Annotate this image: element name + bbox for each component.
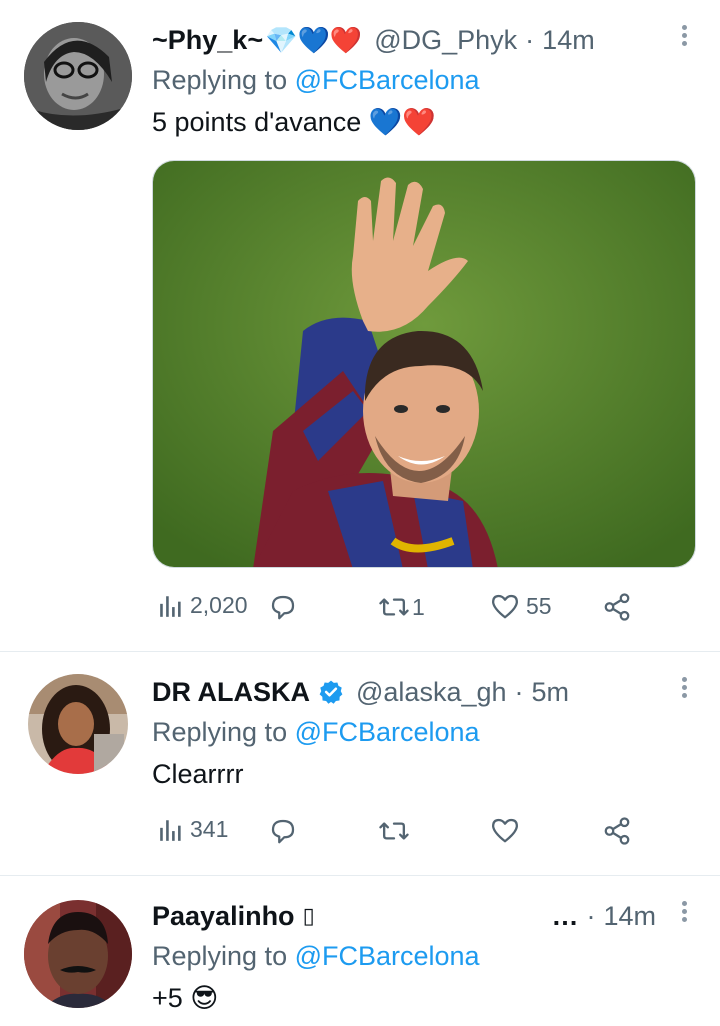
more-options-icon[interactable] — [672, 898, 696, 928]
name-emojis: 💎💙❤️ — [265, 24, 363, 55]
action-bar: 2,020 1 55 — [152, 584, 696, 634]
more-options-icon[interactable] — [672, 674, 696, 704]
share-icon — [604, 593, 630, 621]
action-bar: 341 — [152, 808, 696, 858]
display-name[interactable]: Paayalinho — [152, 901, 295, 932]
like-button[interactable] — [490, 816, 520, 844]
replying-prefix: Replying to — [152, 717, 295, 747]
views-button[interactable]: 341 — [158, 816, 228, 843]
tweet-3[interactable]: Paayalinho ▯ … · 14m Replying to @FCBarc… — [0, 876, 720, 1026]
retweet-button[interactable] — [378, 816, 410, 846]
like-count: 55 — [526, 592, 552, 619]
avatar[interactable] — [28, 674, 128, 774]
user-handle[interactable]: @DG_Phyk — [374, 25, 517, 56]
tweet-text: 5 points d'avance 💙❤️ — [152, 107, 437, 137]
tweet-text: +5 😎 — [152, 983, 219, 1013]
speech-bubble-icon — [271, 819, 295, 844]
avatar-photo — [28, 674, 128, 774]
avatar-photo — [24, 900, 132, 1008]
speech-bubble-icon — [271, 595, 295, 620]
retweet-icon — [379, 598, 409, 616]
views-button[interactable]: 2,020 — [158, 592, 248, 619]
separator: · — [586, 900, 596, 931]
mention-link[interactable]: @FCBarcelona — [295, 941, 480, 971]
display-name[interactable]: DR ALASKA — [152, 677, 310, 708]
avatar[interactable] — [24, 22, 132, 130]
name-emojis: ▯ — [302, 903, 315, 928]
avatar-photo — [24, 22, 132, 130]
football-player-photo — [153, 161, 695, 567]
tweet-header: Paayalinho ▯ … · 14m — [152, 896, 696, 936]
user-handle[interactable]: @alaska_gh — [356, 677, 507, 708]
replying-to: Replying to @FCBarcelona — [152, 712, 696, 752]
timestamp[interactable]: 14m — [542, 25, 595, 56]
replying-prefix: Replying to — [152, 941, 295, 971]
tweet-text: Clearrrr — [152, 759, 244, 789]
tweet-1[interactable]: ~Phy_k~ 💎💙❤️ @DG_Phyk · 14m Replying to … — [0, 0, 720, 650]
retweet-icon — [379, 822, 409, 840]
display-name[interactable]: ~Phy_k~ — [152, 25, 263, 56]
more-options-icon[interactable] — [672, 22, 696, 52]
share-button[interactable] — [602, 816, 632, 846]
reply-button[interactable] — [268, 592, 298, 622]
replying-to: Replying to @FCBarcelona — [152, 936, 696, 976]
bar-chart-icon — [160, 819, 181, 841]
replying-prefix: Replying to — [152, 65, 295, 95]
avatar[interactable] — [24, 900, 132, 1008]
separator: · — [525, 24, 535, 55]
tweet-2[interactable]: DR ALASKA @alaska_gh · 5m Replying to @F… — [0, 652, 720, 874]
tweet-media-image[interactable] — [152, 160, 696, 568]
verified-badge-icon — [319, 680, 343, 704]
heart-icon — [492, 818, 518, 843]
mention-link[interactable]: @FCBarcelona — [295, 65, 480, 95]
tweet-header: ~Phy_k~ 💎💙❤️ @DG_Phyk · 14m — [152, 20, 696, 60]
reply-button[interactable] — [268, 816, 298, 846]
separator: · — [514, 676, 524, 707]
bar-chart-icon — [160, 595, 181, 617]
heart-icon — [492, 594, 518, 619]
tweet-header: DR ALASKA @alaska_gh · 5m — [152, 672, 696, 712]
retweet-button[interactable]: 1 — [378, 592, 425, 622]
views-count: 341 — [190, 816, 229, 842]
mention-link[interactable]: @FCBarcelona — [295, 717, 480, 747]
like-button[interactable]: 55 — [490, 592, 552, 620]
user-handle[interactable]: … — [551, 901, 578, 932]
share-button[interactable] — [602, 592, 632, 622]
replying-to: Replying to @FCBarcelona — [152, 60, 696, 100]
timestamp[interactable]: 5m — [532, 677, 570, 708]
views-count: 2,020 — [190, 592, 248, 618]
timestamp[interactable]: 14m — [603, 901, 656, 932]
retweet-count: 1 — [412, 593, 425, 620]
share-icon — [604, 817, 630, 845]
